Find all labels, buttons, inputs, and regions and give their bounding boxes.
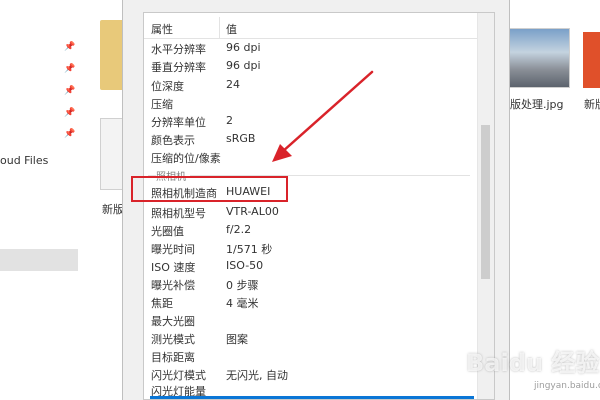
- property-name: 曝光时间: [151, 243, 195, 256]
- column-header-property[interactable]: 属性: [151, 21, 173, 37]
- property-row[interactable]: 目标距离: [144, 347, 474, 365]
- photo-thumbnail[interactable]: [508, 28, 570, 88]
- property-row[interactable]: 曝光补偿 0 步骤: [144, 275, 474, 293]
- scrollbar-thumb[interactable]: [481, 125, 490, 279]
- file-label[interactable]: 新版: [102, 201, 124, 217]
- folder-thumbnail[interactable]: [100, 20, 124, 90]
- pin-icon[interactable]: 📌: [64, 129, 75, 139]
- column-divider[interactable]: [219, 17, 220, 39]
- property-name: 曝光补偿: [151, 279, 195, 292]
- property-value: 4 毫米: [226, 297, 259, 310]
- property-row[interactable]: 测光模式 图案: [144, 329, 474, 347]
- pin-icon[interactable]: 📌: [64, 42, 75, 52]
- property-row[interactable]: 照相机型号 VTR-AL00: [144, 203, 474, 221]
- property-row[interactable]: 焦距 4 毫米: [144, 293, 474, 311]
- property-value: sRGB: [226, 132, 256, 145]
- property-name: 分辨率单位: [151, 116, 206, 129]
- list-header: 属性 值: [144, 17, 494, 39]
- property-value: 0 步骤: [226, 279, 259, 292]
- property-name: 颜色表示: [151, 134, 195, 147]
- selected-row-highlight[interactable]: [150, 396, 474, 399]
- property-value: 图案: [226, 333, 248, 346]
- property-row[interactable]: 颜色表示 sRGB: [144, 130, 474, 148]
- column-header-value[interactable]: 值: [226, 21, 237, 37]
- file-label[interactable]: 版处理.jpg: [510, 96, 564, 112]
- property-row[interactable]: ISO 速度 ISO-50: [144, 257, 474, 275]
- watermark-logo: Baidu 经验: [466, 349, 600, 377]
- annotation-highlight-box: [131, 176, 288, 202]
- property-name: 压缩的位/像素: [151, 152, 221, 165]
- property-row[interactable]: 压缩的位/像素: [144, 148, 474, 166]
- file-thumbnail[interactable]: [100, 118, 124, 190]
- pin-icon[interactable]: 📌: [64, 64, 75, 74]
- property-row[interactable]: 位深度 24: [144, 76, 474, 94]
- property-name: 最大光圈: [151, 315, 195, 328]
- file-label[interactable]: 新版: [584, 96, 600, 112]
- property-value: 2: [226, 114, 233, 127]
- property-value: 96 dpi: [226, 41, 261, 54]
- property-row[interactable]: 水平分辨率 96 dpi: [144, 39, 474, 57]
- property-value: 24: [226, 78, 240, 91]
- property-value: VTR-AL00: [226, 205, 279, 218]
- watermark-url: jingyan.baidu.com: [534, 381, 600, 391]
- property-name: 垂直分辨率: [151, 61, 206, 74]
- property-value: f/2.2: [226, 223, 252, 236]
- property-value: ISO-50: [226, 259, 264, 272]
- property-value: 96 dpi: [226, 59, 261, 72]
- property-name: 测光模式: [151, 333, 195, 346]
- pin-icon[interactable]: 📌: [64, 86, 75, 96]
- property-name: 位深度: [151, 80, 184, 93]
- property-value: 1/571 秒: [226, 243, 273, 256]
- property-name: 光圈值: [151, 225, 184, 238]
- property-row[interactable]: 曝光时间 1/571 秒: [144, 239, 474, 257]
- property-row[interactable]: 垂直分辨率 96 dpi: [144, 57, 474, 75]
- property-name: 照相机型号: [151, 207, 206, 220]
- navigation-pane: 📌 📌 📌 📌 📌 oud Files: [0, 0, 78, 400]
- property-name: 水平分辨率: [151, 43, 206, 56]
- property-row[interactable]: 压缩: [144, 94, 474, 112]
- property-name: 目标距离: [151, 351, 195, 364]
- property-row[interactable]: 分辨率单位 2: [144, 112, 474, 130]
- property-name: 焦距: [151, 297, 173, 310]
- pin-icon[interactable]: 📌: [64, 108, 75, 118]
- file-thumbnail[interactable]: [583, 32, 600, 88]
- nav-item-cloud-files[interactable]: oud Files: [0, 154, 48, 167]
- property-row[interactable]: 光圈值 f/2.2: [144, 221, 474, 239]
- property-name: ISO 速度: [151, 261, 196, 274]
- nav-item-selected[interactable]: [0, 249, 78, 271]
- details-property-list[interactable]: 属性 值 水平分辨率 96 dpi 垂直分辨率 96 dpi 位深度 24 压缩…: [143, 12, 495, 400]
- property-row[interactable]: 最大光圈: [144, 311, 474, 329]
- property-name: 压缩: [151, 98, 173, 111]
